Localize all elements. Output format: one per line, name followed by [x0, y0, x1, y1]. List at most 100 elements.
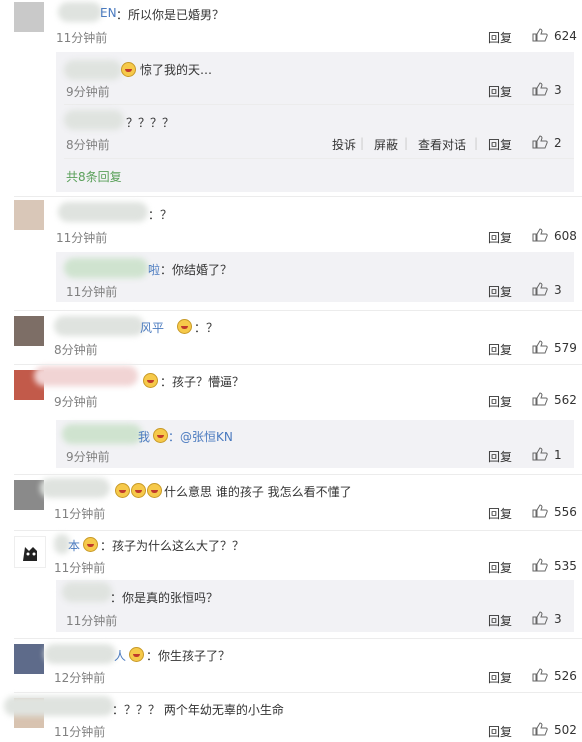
- reply-button[interactable]: 回复: [488, 283, 512, 300]
- reply-button[interactable]: 回复: [488, 341, 512, 358]
- comment-item: 本 ：孩子为什么这么大了？？ 11分钟前 回复 535: [0, 530, 582, 578]
- timestamp: 11分钟前: [66, 285, 118, 299]
- comment-text[interactable]: ：@张恒KN: [168, 428, 233, 445]
- like-count: 608: [554, 229, 577, 243]
- comment-text: ：孩子？懵逼？: [160, 375, 245, 389]
- blurred-username: [58, 202, 148, 222]
- comment-item: EN ：所以你是已婚男？ 11分钟前 回复 624: [0, 0, 582, 48]
- blurred-username: [64, 110, 124, 130]
- blurred-username: [54, 316, 144, 336]
- timestamp: 11分钟前: [56, 31, 108, 45]
- like-icon[interactable]: [532, 282, 548, 296]
- blurred-username: [58, 2, 102, 22]
- emoji-icon: [129, 647, 144, 662]
- blurred-username: [62, 424, 142, 444]
- comment-text: 惊了我的天…: [140, 63, 213, 77]
- avatar[interactable]: [14, 200, 44, 230]
- emoji-icon: [115, 483, 130, 498]
- cat-icon: [23, 547, 37, 561]
- username[interactable]: 人: [114, 647, 126, 664]
- like-count: 579: [554, 341, 577, 355]
- username[interactable]: 本: [68, 537, 80, 554]
- blurred-username: [44, 644, 116, 664]
- like-count: 2: [554, 136, 562, 150]
- like-icon[interactable]: [532, 392, 548, 406]
- username[interactable]: 我: [138, 428, 150, 445]
- like-icon[interactable]: [532, 504, 548, 518]
- like-count: 3: [554, 283, 562, 297]
- emoji-icon: [153, 428, 168, 443]
- blurred-username: [40, 478, 110, 498]
- like-icon[interactable]: [532, 28, 548, 42]
- comment-text: ：所以你是已婚男？: [116, 8, 225, 22]
- action-divider: |: [474, 136, 479, 150]
- emoji-icon: [83, 537, 98, 552]
- report-button[interactable]: 投诉: [332, 136, 356, 153]
- reply-button[interactable]: 回复: [488, 393, 512, 410]
- reply-button[interactable]: 回复: [488, 229, 512, 246]
- like-count: 556: [554, 505, 577, 519]
- like-icon[interactable]: [532, 722, 548, 736]
- reply-button[interactable]: 回复: [488, 83, 512, 100]
- blurred-username: [34, 366, 138, 386]
- blurred-username: [64, 60, 122, 80]
- reply-button[interactable]: 回复: [488, 29, 512, 46]
- like-icon[interactable]: [532, 228, 548, 242]
- blurred-username: [62, 582, 112, 602]
- reply-button[interactable]: 回复: [488, 448, 512, 465]
- like-icon[interactable]: [532, 611, 548, 625]
- timestamp: 11分钟前: [54, 725, 106, 739]
- reply-thread: 啦 ：你结婚了？ 11分钟前 回复 3: [56, 252, 574, 302]
- avatar[interactable]: [14, 316, 44, 346]
- avatar[interactable]: [14, 2, 44, 32]
- comment-item: 人 ：你生孩子了？ 12分钟前 回复 526: [0, 638, 582, 690]
- reply-button[interactable]: 回复: [488, 723, 512, 740]
- comment-text: ：？: [194, 321, 219, 335]
- reply-button[interactable]: 回复: [488, 669, 512, 686]
- comment-text: ：？: [148, 208, 173, 222]
- reply-button[interactable]: 回复: [488, 505, 512, 522]
- reply-button[interactable]: 回复: [488, 559, 512, 576]
- reply-button[interactable]: 回复: [488, 136, 512, 153]
- timestamp: 9分钟前: [54, 395, 98, 409]
- comment-text: 什么意思 谁的孩子 我怎么看不懂了: [164, 485, 352, 499]
- comment-text: ：你是真的张恒吗？: [110, 591, 219, 605]
- like-icon[interactable]: [532, 135, 548, 149]
- username[interactable]: 啦: [148, 261, 160, 278]
- timestamp: 12分钟前: [54, 671, 106, 685]
- like-icon[interactable]: [532, 82, 548, 96]
- like-count: 3: [554, 612, 562, 626]
- like-count: 3: [554, 83, 562, 97]
- emoji-icon: [121, 62, 136, 77]
- username[interactable]: EN: [100, 6, 117, 20]
- comment-item: ：？ 11分钟前 回复 608: [0, 196, 582, 248]
- comment-text: ：？？？ 两个年幼无辜的小生命: [112, 703, 284, 717]
- reply-thread: ：你是真的张恒吗？ 11分钟前 回复 3: [56, 580, 574, 632]
- avatar[interactable]: [14, 536, 46, 568]
- timestamp: 11分钟前: [56, 231, 108, 245]
- comment-text: ？？？？: [126, 116, 175, 130]
- block-button[interactable]: 屏蔽: [374, 136, 398, 153]
- like-icon[interactable]: [532, 668, 548, 682]
- emoji-icon: [131, 483, 146, 498]
- avatar[interactable]: [14, 644, 44, 674]
- more-replies-link[interactable]: 共8条回复: [66, 168, 122, 185]
- timestamp: 11分钟前: [54, 561, 106, 575]
- reply-thread: 惊了我的天… 9分钟前 回复 3 ？？？？ 8分钟前 投诉 | 屏蔽 | 查看对…: [56, 52, 574, 192]
- comment-text: ：孩子为什么这么大了？？: [100, 539, 245, 553]
- like-icon[interactable]: [532, 558, 548, 572]
- blurred-username: [4, 696, 114, 716]
- timestamp: 11分钟前: [66, 614, 118, 628]
- like-count: 1: [554, 448, 562, 462]
- like-icon[interactable]: [532, 340, 548, 354]
- like-icon[interactable]: [532, 447, 548, 461]
- like-count: 562: [554, 393, 577, 407]
- reply-button[interactable]: 回复: [488, 612, 512, 629]
- view-conversation-button[interactable]: 查看对话: [418, 136, 466, 153]
- comment-text: ：你结婚了？: [160, 263, 233, 277]
- reply-thread: 我 ：@张恒KN 9分钟前 回复 1: [56, 420, 574, 468]
- comment-item: ：孩子？懵逼？ 9分钟前 回复 562: [0, 364, 582, 416]
- blurred-username: [64, 258, 148, 278]
- username[interactable]: 风平: [140, 319, 164, 336]
- action-divider: |: [360, 136, 365, 150]
